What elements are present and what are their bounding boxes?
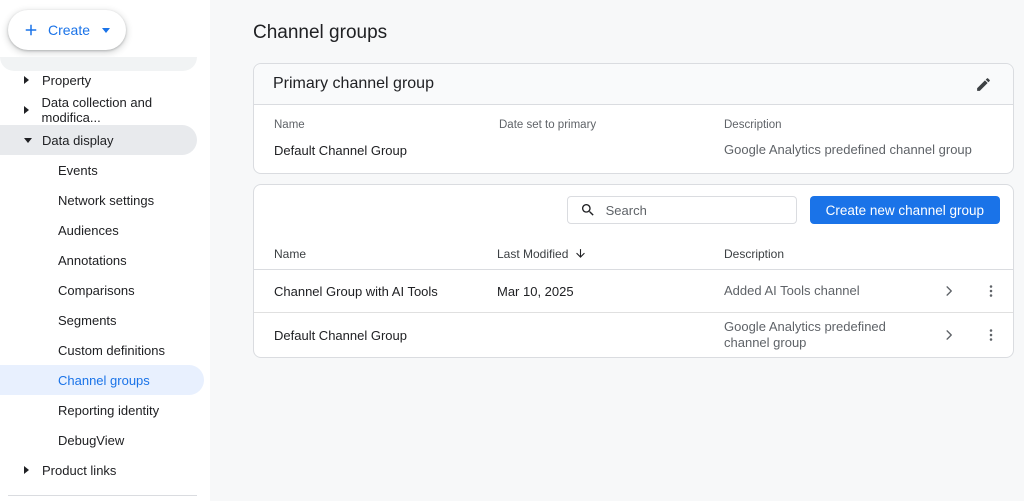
- sidebar-item-label: Property: [42, 73, 91, 88]
- sidebar-item-label: Annotations: [58, 253, 127, 268]
- chevron-right-icon: [940, 282, 958, 300]
- sidebar-item-reporting-identity[interactable]: Reporting identity: [0, 395, 210, 425]
- plus-icon: [22, 21, 40, 39]
- triangle-right-icon: [24, 466, 42, 474]
- row-last-modified: [497, 313, 724, 357]
- create-button-label: Create: [48, 22, 90, 38]
- search-input[interactable]: [606, 203, 788, 218]
- sidebar-item-label: Channel groups: [58, 373, 150, 388]
- admin-sidebar: Create Property Data collection and modi…: [0, 0, 210, 501]
- primary-row-name: Default Channel Group: [274, 143, 499, 158]
- triangle-down-icon: [24, 138, 42, 143]
- row-name: Channel Group with AI Tools: [274, 270, 497, 312]
- triangle-right-icon: [24, 106, 41, 114]
- primary-card-title: Primary channel group: [273, 75, 434, 93]
- sidebar-item-label: Events: [58, 163, 98, 178]
- create-new-channel-group-button[interactable]: Create new channel group: [810, 196, 1000, 224]
- edit-button[interactable]: [971, 72, 995, 96]
- sidebar-item-label: Reporting identity: [58, 403, 159, 418]
- sidebar-item-data-display[interactable]: Data display: [0, 125, 197, 155]
- page-title: Channel groups: [253, 22, 1014, 44]
- sidebar-item-label: Data display: [42, 133, 114, 148]
- row-menu-button[interactable]: [979, 279, 1003, 303]
- sidebar-item-label: Comparisons: [58, 283, 135, 298]
- row-description: Google Analytics predefined channel grou…: [724, 313, 929, 357]
- sidebar-item-debugview[interactable]: DebugView: [0, 425, 210, 455]
- pencil-icon: [975, 76, 992, 93]
- sidebar-item-label: Segments: [58, 313, 117, 328]
- caret-down-icon: [102, 28, 110, 33]
- sidebar-item-comparisons[interactable]: Comparisons: [0, 275, 210, 305]
- sidebar-item-events[interactable]: Events: [0, 155, 210, 185]
- row-description: Added AI Tools channel: [724, 270, 929, 312]
- sidebar-item-annotations[interactable]: Annotations: [0, 245, 210, 275]
- sidebar-item-property[interactable]: Property: [0, 65, 210, 95]
- table-row[interactable]: Default Channel Group Google Analytics p…: [254, 313, 1013, 357]
- column-header-name: Name: [274, 238, 497, 269]
- primary-card-header: Primary channel group: [254, 64, 1013, 105]
- column-header-name: Name: [274, 119, 499, 142]
- sidebar-divider: [8, 495, 197, 496]
- column-header-description: Description: [724, 238, 929, 269]
- sidebar-item-product-links[interactable]: Product links: [0, 455, 210, 485]
- sidebar-item-label: DebugView: [58, 433, 124, 448]
- search-icon: [580, 202, 596, 218]
- sidebar-item-label: Product links: [42, 463, 116, 478]
- channel-groups-list-card: Create new channel group Name Last Modif…: [253, 184, 1014, 358]
- sidebar-item-audiences[interactable]: Audiences: [0, 215, 210, 245]
- sidebar-item-segments[interactable]: Segments: [0, 305, 210, 335]
- list-toolbar: Create new channel group: [254, 185, 1013, 238]
- row-last-modified: Mar 10, 2025: [497, 270, 724, 312]
- more-vert-icon: [982, 326, 1000, 344]
- table-header-row: Name Last Modified Description: [254, 238, 1013, 270]
- create-button[interactable]: Create: [8, 10, 126, 50]
- more-vert-icon: [982, 282, 1000, 300]
- search-box[interactable]: [567, 196, 797, 224]
- sidebar-item-data-collection[interactable]: Data collection and modifica...: [0, 95, 210, 125]
- primary-card-table: Name Date set to primary Description Def…: [254, 105, 1013, 173]
- sidebar-nav: Property Data collection and modifica...…: [0, 65, 210, 485]
- column-header-description: Description: [724, 119, 993, 142]
- column-header-date: Date set to primary: [499, 119, 724, 142]
- arrow-down-icon: [574, 247, 587, 260]
- row-name: Default Channel Group: [274, 313, 497, 357]
- sidebar-item-label: Data collection and modifica...: [41, 95, 210, 125]
- sidebar-item-label: Network settings: [58, 193, 154, 208]
- main-content: Channel groups Primary channel group Nam…: [210, 0, 1024, 501]
- table-row[interactable]: Channel Group with AI Tools Mar 10, 2025…: [254, 270, 1013, 313]
- primary-row-description: Google Analytics predefined channel grou…: [724, 142, 979, 158]
- sidebar-item-custom-definitions[interactable]: Custom definitions: [0, 335, 210, 365]
- triangle-right-icon: [24, 76, 42, 84]
- sidebar-item-network-settings[interactable]: Network settings: [0, 185, 210, 215]
- row-open-button[interactable]: [937, 323, 961, 347]
- chevron-right-icon: [940, 326, 958, 344]
- column-header-last-modified[interactable]: Last Modified: [497, 238, 724, 269]
- sidebar-item-label: Audiences: [58, 223, 119, 238]
- row-open-button[interactable]: [937, 279, 961, 303]
- row-menu-button[interactable]: [979, 323, 1003, 347]
- app-window: Create Property Data collection and modi…: [0, 0, 1024, 501]
- sidebar-item-channel-groups[interactable]: Channel groups: [0, 365, 204, 395]
- primary-channel-group-card: Primary channel group Name Date set to p…: [253, 63, 1014, 174]
- sidebar-item-label: Custom definitions: [58, 343, 165, 358]
